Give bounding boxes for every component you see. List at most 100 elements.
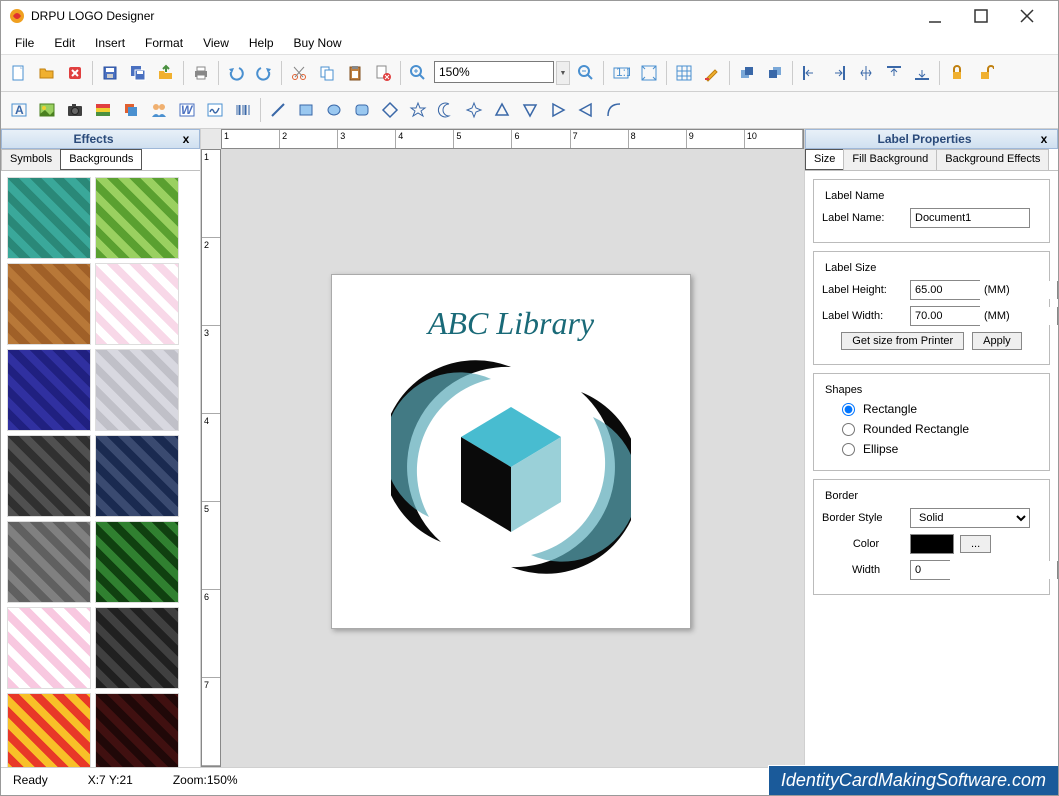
barcode-button[interactable] — [229, 96, 257, 124]
zoom-out-button[interactable] — [572, 59, 600, 87]
shape-ellipse-radio[interactable]: Ellipse — [842, 442, 1041, 456]
border-style-select[interactable]: Solid — [910, 508, 1030, 528]
background-thumb[interactable] — [95, 177, 179, 259]
camera-tool-button[interactable] — [61, 96, 89, 124]
border-color-button[interactable]: ... — [960, 535, 991, 553]
lock-button[interactable] — [943, 59, 971, 87]
line-tool-button[interactable] — [264, 96, 292, 124]
new-button[interactable] — [5, 59, 33, 87]
bring-front-button[interactable] — [733, 59, 761, 87]
triangle-down-tool-button[interactable] — [516, 96, 544, 124]
get-size-button[interactable]: Get size from Printer — [841, 332, 964, 350]
color-picker-button[interactable] — [698, 59, 726, 87]
grid-button[interactable] — [670, 59, 698, 87]
crescent-tool-button[interactable] — [432, 96, 460, 124]
unlock-button[interactable] — [971, 59, 999, 87]
background-thumb[interactable] — [95, 263, 179, 345]
background-thumb[interactable] — [7, 435, 91, 517]
star-tool-button[interactable] — [404, 96, 432, 124]
properties-panel-close[interactable]: x — [1037, 132, 1051, 146]
rectangle-tool-button[interactable] — [292, 96, 320, 124]
shape-rounded-rect-radio[interactable]: Rounded Rectangle — [842, 422, 1041, 436]
diamond-tool-button[interactable] — [376, 96, 404, 124]
open-button[interactable] — [33, 59, 61, 87]
delete-button[interactable] — [369, 59, 397, 87]
logo-text[interactable]: ABC Library — [332, 305, 690, 342]
logo-graphic[interactable] — [391, 347, 631, 587]
align-center-button[interactable] — [852, 59, 880, 87]
tab-symbols[interactable]: Symbols — [1, 149, 61, 170]
align-top-button[interactable] — [880, 59, 908, 87]
triangle-right-tool-button[interactable] — [544, 96, 572, 124]
paste-button[interactable] — [341, 59, 369, 87]
fit-window-button[interactable] — [635, 59, 663, 87]
effects-panel-close[interactable]: x — [179, 132, 193, 146]
close-file-button[interactable] — [61, 59, 89, 87]
background-thumb[interactable] — [7, 349, 91, 431]
design-label[interactable]: ABC Library — [331, 274, 691, 629]
signature-button[interactable] — [201, 96, 229, 124]
menu-help[interactable]: Help — [239, 33, 284, 53]
background-thumb[interactable] — [95, 435, 179, 517]
border-color-swatch[interactable] — [910, 534, 954, 554]
zoom-dropdown[interactable]: ▼ — [556, 61, 570, 85]
background-thumb[interactable] — [7, 177, 91, 259]
triangle-left-tool-button[interactable] — [572, 96, 600, 124]
apply-button[interactable]: Apply — [972, 332, 1022, 350]
arc-tool-button[interactable] — [600, 96, 628, 124]
zoom-level-input[interactable]: 150% — [434, 61, 554, 83]
tab-backgrounds[interactable]: Backgrounds — [60, 149, 142, 170]
menu-buy-now[interactable]: Buy Now — [284, 33, 352, 53]
export-button[interactable] — [152, 59, 180, 87]
print-button[interactable] — [187, 59, 215, 87]
background-thumb[interactable] — [7, 607, 91, 689]
gradient-tool-button[interactable] — [89, 96, 117, 124]
label-width-input[interactable]: ▲▼ — [910, 306, 980, 326]
align-bottom-button[interactable] — [908, 59, 936, 87]
star4-tool-button[interactable] — [460, 96, 488, 124]
minimize-button[interactable] — [912, 1, 958, 31]
align-right-button[interactable] — [824, 59, 852, 87]
background-thumb[interactable] — [95, 349, 179, 431]
cut-button[interactable] — [285, 59, 313, 87]
image-tool-button[interactable] — [33, 96, 61, 124]
template-tool-button[interactable] — [117, 96, 145, 124]
save-as-button[interactable] — [124, 59, 152, 87]
redo-button[interactable] — [250, 59, 278, 87]
copy-button[interactable] — [313, 59, 341, 87]
tab-fill-background[interactable]: Fill Background — [843, 149, 937, 170]
menu-format[interactable]: Format — [135, 33, 193, 53]
background-thumbnails[interactable] — [1, 171, 200, 767]
shape-rectangle-radio[interactable]: Rectangle — [842, 402, 1041, 416]
background-thumb[interactable] — [95, 521, 179, 603]
people-tool-button[interactable] — [145, 96, 173, 124]
text-tool-button[interactable]: A — [5, 96, 33, 124]
menu-view[interactable]: View — [193, 33, 239, 53]
send-back-button[interactable] — [761, 59, 789, 87]
ellipse-tool-button[interactable] — [320, 96, 348, 124]
background-thumb[interactable] — [7, 521, 91, 603]
tab-size[interactable]: Size — [805, 149, 844, 170]
label-height-input[interactable]: ▲▼ — [910, 280, 980, 300]
border-width-input[interactable]: ▲▼ — [910, 560, 950, 580]
menu-insert[interactable]: Insert — [85, 33, 135, 53]
save-button[interactable] — [96, 59, 124, 87]
actual-size-button[interactable]: 1:1 — [607, 59, 635, 87]
background-thumb[interactable] — [7, 693, 91, 767]
triangle-up-tool-button[interactable] — [488, 96, 516, 124]
rounded-rect-tool-button[interactable] — [348, 96, 376, 124]
maximize-button[interactable] — [958, 1, 1004, 31]
menu-file[interactable]: File — [5, 33, 44, 53]
close-button[interactable] — [1004, 1, 1050, 31]
undo-button[interactable] — [222, 59, 250, 87]
align-left-button[interactable] — [796, 59, 824, 87]
label-name-input[interactable] — [910, 208, 1030, 228]
menu-edit[interactable]: Edit — [44, 33, 85, 53]
background-thumb[interactable] — [95, 607, 179, 689]
zoom-in-button[interactable] — [404, 59, 432, 87]
word-art-button[interactable]: W — [173, 96, 201, 124]
background-thumb[interactable] — [7, 263, 91, 345]
tab-background-effects[interactable]: Background Effects — [936, 149, 1049, 170]
background-thumb[interactable] — [95, 693, 179, 767]
canvas-background[interactable]: ABC Library — [221, 149, 804, 767]
